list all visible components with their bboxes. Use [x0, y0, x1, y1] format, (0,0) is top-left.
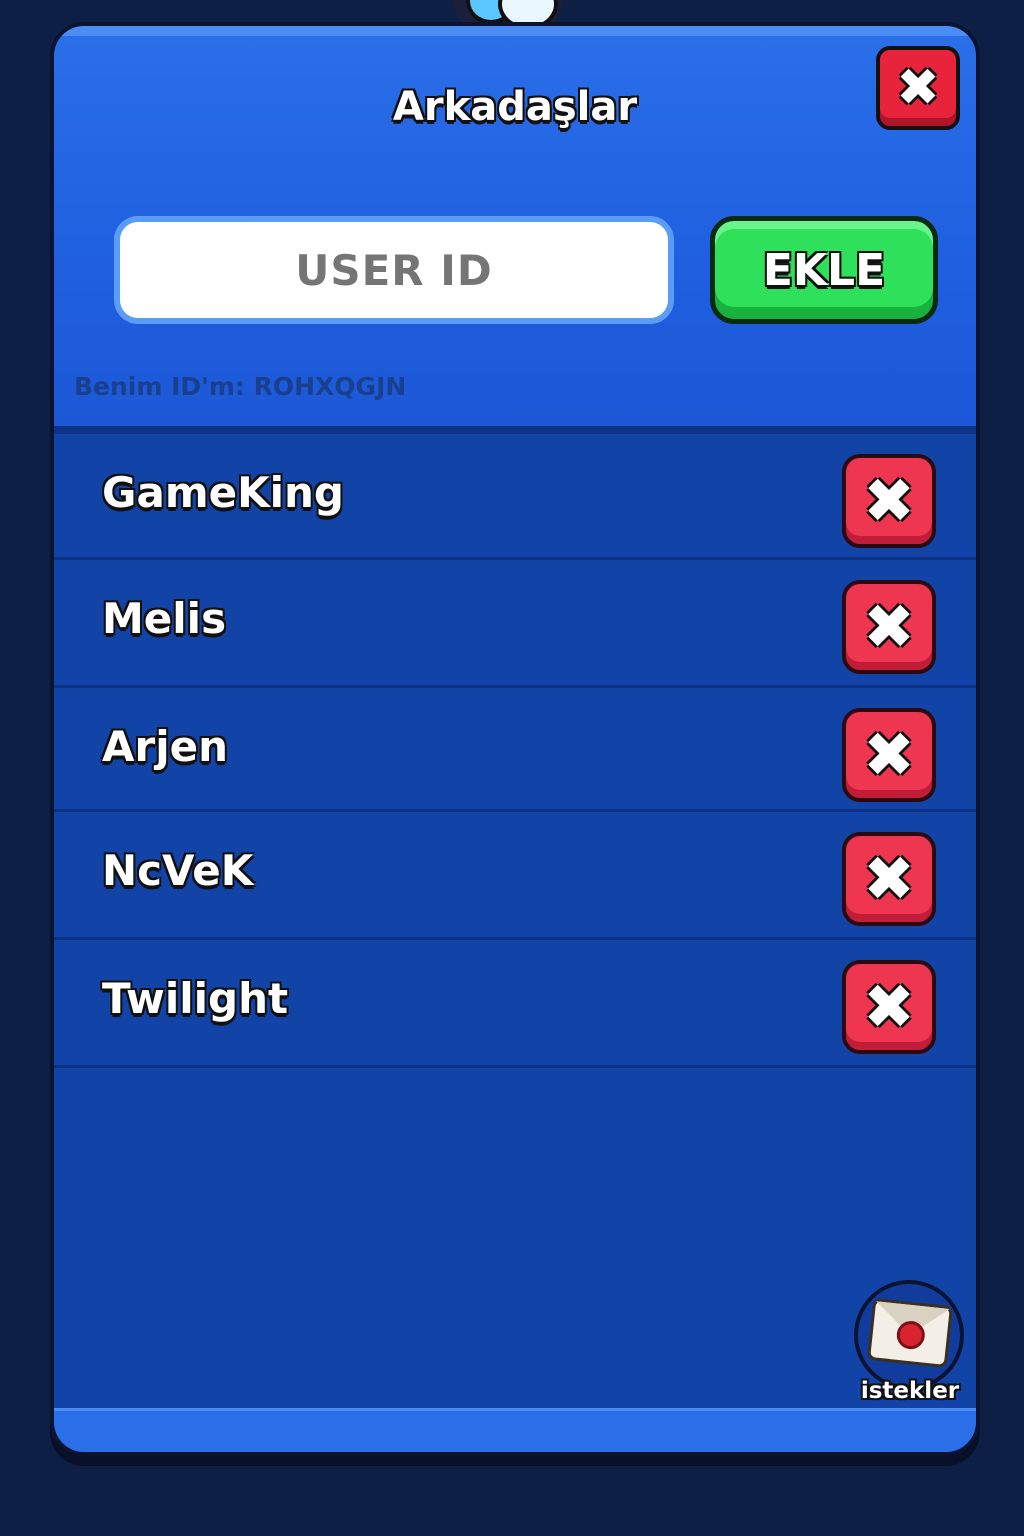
my-id-label: Benim ID'm: ROHXQGJN: [74, 372, 407, 401]
friend-row: Twilight ✖: [54, 940, 976, 1068]
user-id-input[interactable]: [114, 216, 674, 324]
friends-list: GameKing ✖ Melis ✖ Arjen ✖ NcVeK ✖ Twili…: [54, 434, 976, 1068]
friend-row: Melis ✖: [54, 560, 976, 688]
friend-name: GameKing: [102, 468, 344, 517]
close-icon: ✖: [896, 58, 940, 118]
dialog-header: Arkadaşlar ✖ EKLE Benim ID'm: ROHXQGJN: [54, 26, 976, 430]
requests-label: istekler: [860, 1378, 960, 1404]
dialog-title: Arkadaşlar: [392, 84, 638, 130]
remove-friend-button[interactable]: ✖: [842, 580, 936, 674]
friend-row: NcVeK ✖: [54, 812, 976, 940]
requests-button[interactable]: [854, 1280, 964, 1390]
divider: [54, 426, 976, 434]
friend-row: Arjen ✖: [54, 688, 976, 812]
close-icon: ✖: [863, 590, 915, 663]
friend-name: Melis: [102, 594, 227, 643]
close-icon: ✖: [863, 718, 915, 791]
friends-dialog: Arkadaşlar ✖ EKLE Benim ID'm: ROHXQGJN G…: [50, 22, 980, 1456]
friend-name: NcVeK: [102, 846, 254, 895]
friend-name: Arjen: [102, 722, 228, 771]
friend-name: Twilight: [102, 974, 289, 1023]
remove-friend-button[interactable]: ✖: [842, 960, 936, 1054]
remove-friend-button[interactable]: ✖: [842, 708, 936, 802]
close-icon: ✖: [863, 464, 915, 537]
envelope-icon: [866, 1297, 954, 1369]
close-button[interactable]: ✖: [876, 46, 960, 130]
close-icon: ✖: [863, 970, 915, 1043]
remove-friend-button[interactable]: ✖: [842, 454, 936, 548]
friend-row: GameKing ✖: [54, 434, 976, 560]
dialog-footer: [54, 1408, 976, 1452]
remove-friend-button[interactable]: ✖: [842, 832, 936, 926]
close-icon: ✖: [863, 842, 915, 915]
add-friend-button[interactable]: EKLE: [710, 216, 938, 324]
